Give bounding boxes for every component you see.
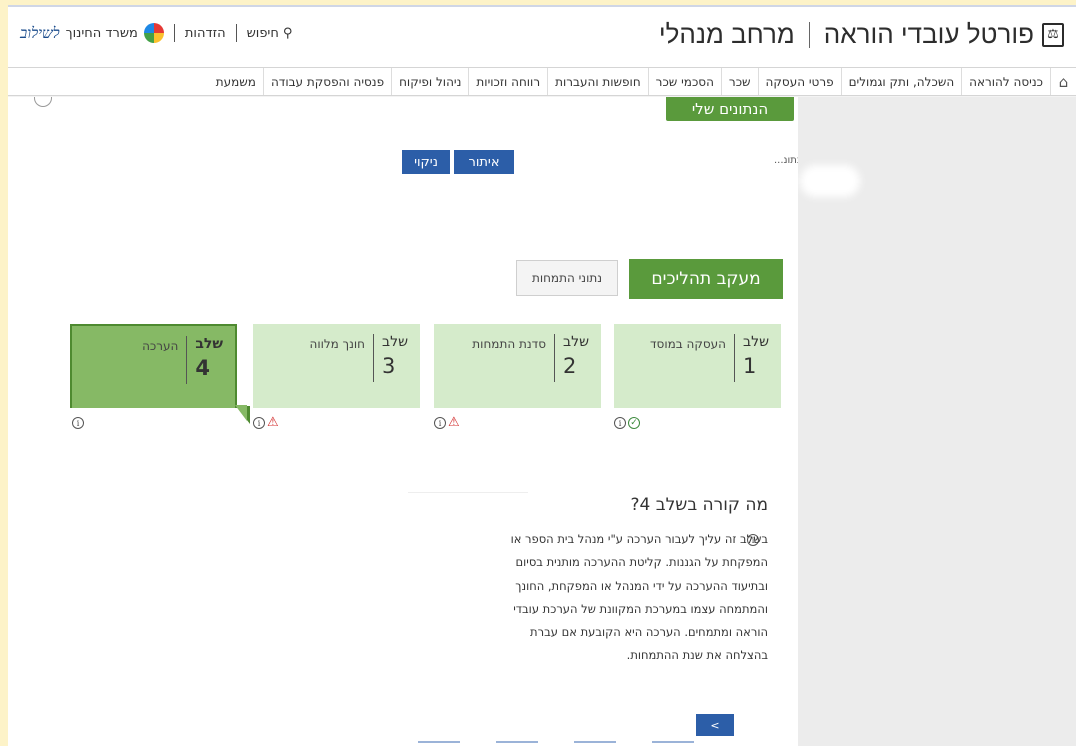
portal-title: פורטל עובדי הוראה	[823, 19, 1034, 49]
divider	[235, 24, 237, 42]
nav-item-pension[interactable]: פנסיה והפסקת עבודה	[262, 68, 391, 95]
nav-item-teaching-entry[interactable]: כניסה להוראה	[961, 68, 1050, 95]
main-content: הנתונים שלי נתונ... איתור ניקוי מעקב תהל…	[8, 97, 801, 746]
browser-frame: ⚖ פורטל עובדי הוראה מרחב מנהלי לשילוב מש…	[8, 5, 1076, 746]
nav-item-management-supervision[interactable]: ניהול ופיקוח	[391, 68, 468, 95]
stage-number: 4	[195, 356, 210, 380]
clear-button[interactable]: ניקוי	[402, 150, 450, 174]
circle-icon	[34, 97, 52, 107]
title-divider	[808, 21, 810, 48]
filter-button[interactable]: איתור	[454, 150, 514, 174]
search-link[interactable]: חיפוש ⚲	[247, 26, 293, 41]
stage-question-title: מה קורה בשלב 4?	[630, 495, 768, 515]
warning-icon: ⚠	[267, 415, 279, 430]
stage-2-status: i ⚠	[434, 415, 460, 430]
pager-dash[interactable]	[574, 741, 616, 743]
info-icon[interactable]: i	[253, 417, 265, 429]
nav-item-vacations-transfers[interactable]: חופשות והעברות	[547, 68, 648, 95]
stage-1-status: i ✓	[614, 417, 640, 429]
description-line: הוראה ומתמחים. הערכה היא הקובעת אם עברת	[530, 625, 768, 640]
main-nav: ⌂ כניסה להוראה השכלה, ותק וגמולים פרטי ה…	[8, 67, 1076, 96]
stage-word: שלב	[382, 334, 408, 350]
warning-icon: ⚠	[448, 415, 460, 430]
stage-name: חונך מלווה	[309, 337, 366, 351]
divider	[173, 24, 175, 42]
ministry-logo[interactable]: לשילוב משרד החינוך	[20, 23, 164, 43]
stage-number: 2	[563, 354, 577, 378]
info-icon[interactable]: i	[434, 417, 446, 429]
pinwheel-logo-icon	[143, 23, 164, 43]
pager-dash[interactable]	[652, 741, 694, 743]
description-line: והמתמחה עצמו במערכת המקוונת של הערכת עוב…	[513, 601, 768, 616]
description-line: בשלב זה עליך לעבור הערכה ע"י מנהל בית הס…	[510, 532, 768, 546]
stage-card-1[interactable]: שלב 1 העסקה במוסד	[614, 324, 781, 408]
filter-label: נתונ...	[774, 155, 801, 166]
nav-item-employment-details[interactable]: פרטי העסקה	[757, 68, 841, 95]
portal-brand[interactable]: ⚖ פורטל עובדי הוראה מרחב מנהלי	[659, 19, 1064, 50]
nav-item-salary-agreements[interactable]: הסכמי שכר	[647, 68, 721, 95]
stage-card-4[interactable]: שלב 4 הערכה	[70, 324, 237, 408]
stage-number-col: שלב 1	[734, 334, 769, 382]
identify-link[interactable]: הזדהות	[185, 26, 226, 41]
stage-description: בשלב זה עליך לעבור הערכה ע"י מנהל בית הס…	[428, 528, 768, 668]
my-data-button[interactable]: הנתונים שלי	[666, 97, 794, 121]
tab-process-tracking[interactable]: מעקב תהליכים	[629, 259, 783, 299]
overlay-blob	[800, 165, 860, 197]
stage-3-status: i ⚠	[253, 415, 279, 430]
active-stage-pointer-fill	[235, 405, 247, 421]
check-circle-icon: ✓	[628, 417, 640, 429]
stage-number-col: שלב 3	[373, 334, 408, 382]
stage-name: הערכה	[142, 339, 179, 353]
pager-dash[interactable]	[418, 741, 460, 743]
search-link-label: חיפוש	[246, 25, 279, 41]
description-line: המפקחת על הגננות. קליטת ההערכה מותנית בס…	[515, 555, 769, 570]
stage-4-status: i	[72, 417, 84, 429]
info-icon[interactable]: i	[72, 417, 84, 429]
description-line: ובתיעוד ההערכה על ידי המנהל או המפקחת, ה…	[515, 578, 768, 593]
stage-word: שלב	[563, 334, 589, 350]
stage-name: סדנת התמחות	[472, 337, 547, 351]
pager-dash[interactable]	[496, 741, 538, 743]
pager-prev-button[interactable]: <	[696, 714, 734, 736]
stage-number-col: שלב 4	[186, 336, 223, 384]
divider	[408, 492, 528, 493]
stage-card-3[interactable]: שלב 3 חונך מלווה	[253, 324, 420, 408]
stage-word: שלב	[195, 336, 223, 352]
header-links: לשילוב משרד החינוך הזדהות חיפוש ⚲	[20, 23, 292, 43]
nav-item-welfare-rights[interactable]: רווחה וזכויות	[468, 68, 547, 95]
stage-name: העסקה במוסד	[650, 337, 727, 351]
nav-item-salary[interactable]: שכר	[720, 68, 758, 95]
stage-number: 3	[382, 354, 396, 378]
search-icon: ⚲	[282, 25, 293, 41]
emblem-icon: ⚖	[1042, 22, 1064, 47]
stage-number-col: שלב 2	[554, 334, 589, 382]
nav-item-discipline[interactable]: משמעת	[209, 68, 263, 95]
stage-word: שלב	[743, 334, 769, 350]
ministry-name: משרד החינוך	[65, 25, 138, 41]
description-line: בהצלחה את שנת ההתמחות.	[626, 648, 768, 663]
stage-number: 1	[743, 354, 757, 378]
home-icon[interactable]: ⌂	[1050, 68, 1076, 95]
portal-subtitle: מרחב מנהלי	[658, 19, 795, 49]
top-header: ⚖ פורטל עובדי הוראה מרחב מנהלי לשילוב מש…	[8, 7, 1076, 67]
info-icon[interactable]: i	[614, 417, 626, 429]
tab-internship-data[interactable]: נתוני התמחות	[516, 260, 618, 296]
nav-item-education-seniority[interactable]: השכלה, ותק וגמולים	[840, 68, 962, 95]
stage-card-2[interactable]: שלב 2 סדנת התמחות	[434, 324, 601, 408]
ministry-logo-text: לשילוב	[20, 23, 60, 42]
